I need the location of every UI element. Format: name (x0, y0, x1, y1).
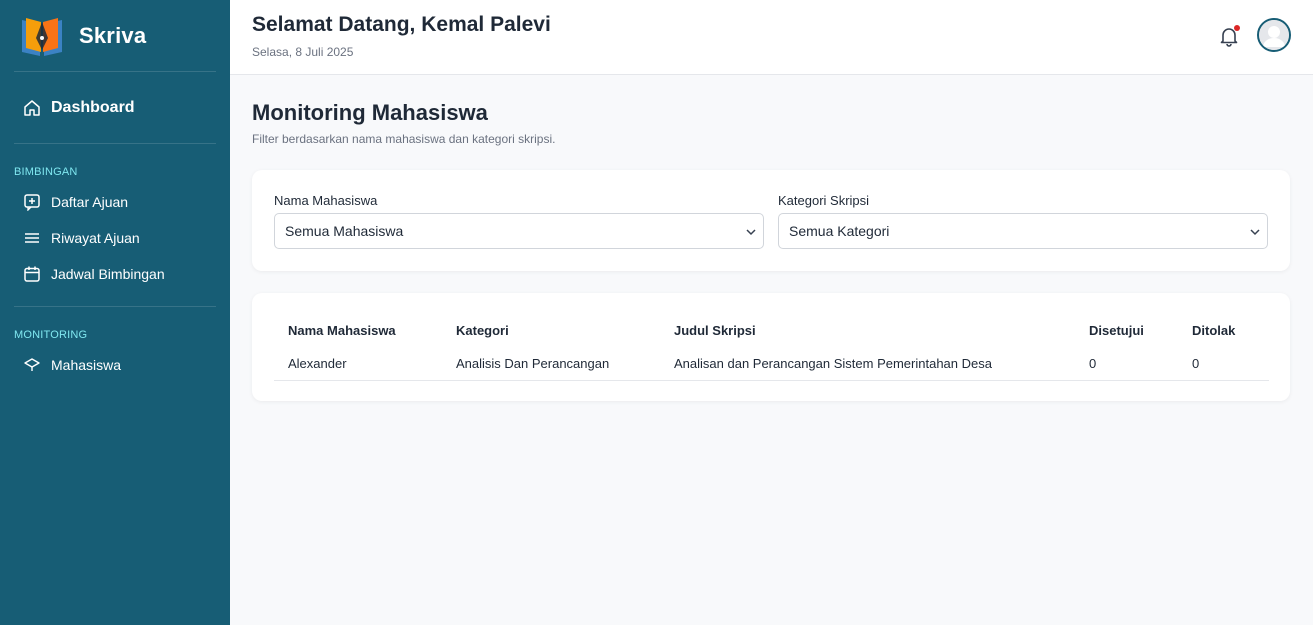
brand[interactable]: Skriva (14, 0, 216, 72)
nama-filter-field: Nama Mahasiswa Semua Mahasiswa (274, 193, 764, 249)
kategori-skripsi-select[interactable]: Semua Kategori (778, 213, 1268, 249)
sidebar-item-daftar-ajuan[interactable]: Daftar Ajuan (0, 184, 230, 220)
column-header-kategori: Kategori (456, 322, 509, 338)
brand-name: Skriva (79, 22, 147, 48)
section-monitoring: MONITORING (14, 329, 88, 341)
column-header-disetujui: Disetujui (1089, 322, 1144, 338)
calendar-icon (23, 265, 41, 283)
cell-disetujui: 0 (1075, 347, 1178, 381)
cell-nama: Alexander (274, 347, 442, 381)
table-row[interactable]: Alexander Analisis Dan Perancangan Anali… (274, 347, 1269, 381)
bell-icon (1218, 28, 1240, 51)
page-subtitle: Filter berdasarkan nama mahasiswa dan ka… (252, 132, 556, 146)
sidebar-item-mahasiswa[interactable]: Mahasiswa (0, 347, 230, 383)
chevron-down-icon (745, 225, 757, 237)
avatar[interactable] (1257, 18, 1291, 52)
sidebar: Skriva Dashboard BIMBINGAN Daftar Ajuan … (0, 0, 230, 625)
list-icon (23, 229, 41, 247)
home-icon (23, 99, 41, 117)
column-header-nama: Nama Mahasiswa (288, 322, 396, 338)
kategori-select-value: Semua Kategori (789, 223, 890, 239)
kategori-filter-field: Kategori Skripsi Semua Kategori (778, 193, 1268, 249)
notification-dot (1234, 25, 1240, 31)
notification-button[interactable] (1218, 25, 1240, 47)
current-date: Selasa, 8 Juli 2025 (252, 45, 354, 59)
monitoring-table: Nama Mahasiswa Kategori Judul Skripsi Di… (274, 313, 1269, 381)
cell-kategori: Analisis Dan Perancangan (442, 347, 660, 381)
cell-ditolak: 0 (1178, 347, 1269, 381)
nama-filter-label: Nama Mahasiswa (274, 193, 378, 208)
sidebar-item-jadwal-bimbingan[interactable]: Jadwal Bimbingan (0, 256, 230, 292)
sidebar-item-label: Jadwal Bimbingan (51, 266, 165, 282)
sidebar-item-label: Riwayat Ajuan (51, 230, 140, 246)
column-header-ditolak: Ditolak (1192, 322, 1236, 338)
filter-card: Nama Mahasiswa Semua Mahasiswa Kategori … (252, 170, 1290, 271)
sidebar-item-label: Mahasiswa (51, 357, 122, 373)
sidebar-item-riwayat-ajuan[interactable]: Riwayat Ajuan (0, 220, 230, 256)
sidebar-item-dashboard[interactable]: Dashboard (14, 72, 216, 144)
section-bimbingan: BIMBINGAN (14, 166, 78, 178)
graduation-icon (23, 356, 41, 374)
nama-mahasiswa-select[interactable]: Semua Mahasiswa (274, 213, 764, 249)
top-header: Selamat Datang, Kemal Palevi Selasa, 8 J… (230, 0, 1313, 75)
sidebar-item-label: Daftar Ajuan (51, 194, 129, 210)
sidebar-item-label: Dashboard (51, 98, 135, 116)
add-box-icon (23, 193, 41, 211)
welcome-title: Selamat Datang, Kemal Palevi (252, 13, 551, 36)
page-title: Monitoring Mahasiswa (252, 100, 488, 125)
table-header-row: Nama Mahasiswa Kategori Judul Skripsi Di… (274, 313, 1269, 347)
book-logo-icon (19, 13, 65, 59)
cell-judul: Analisan dan Perancangan Sistem Pemerint… (660, 347, 1075, 381)
monitoring-table-card: Nama Mahasiswa Kategori Judul Skripsi Di… (252, 293, 1290, 401)
kategori-filter-label: Kategori Skripsi (778, 193, 870, 208)
chevron-down-icon (1249, 225, 1261, 237)
sidebar-divider (14, 306, 216, 307)
nama-select-value: Semua Mahasiswa (285, 223, 404, 239)
column-header-judul: Judul Skripsi (674, 322, 756, 338)
